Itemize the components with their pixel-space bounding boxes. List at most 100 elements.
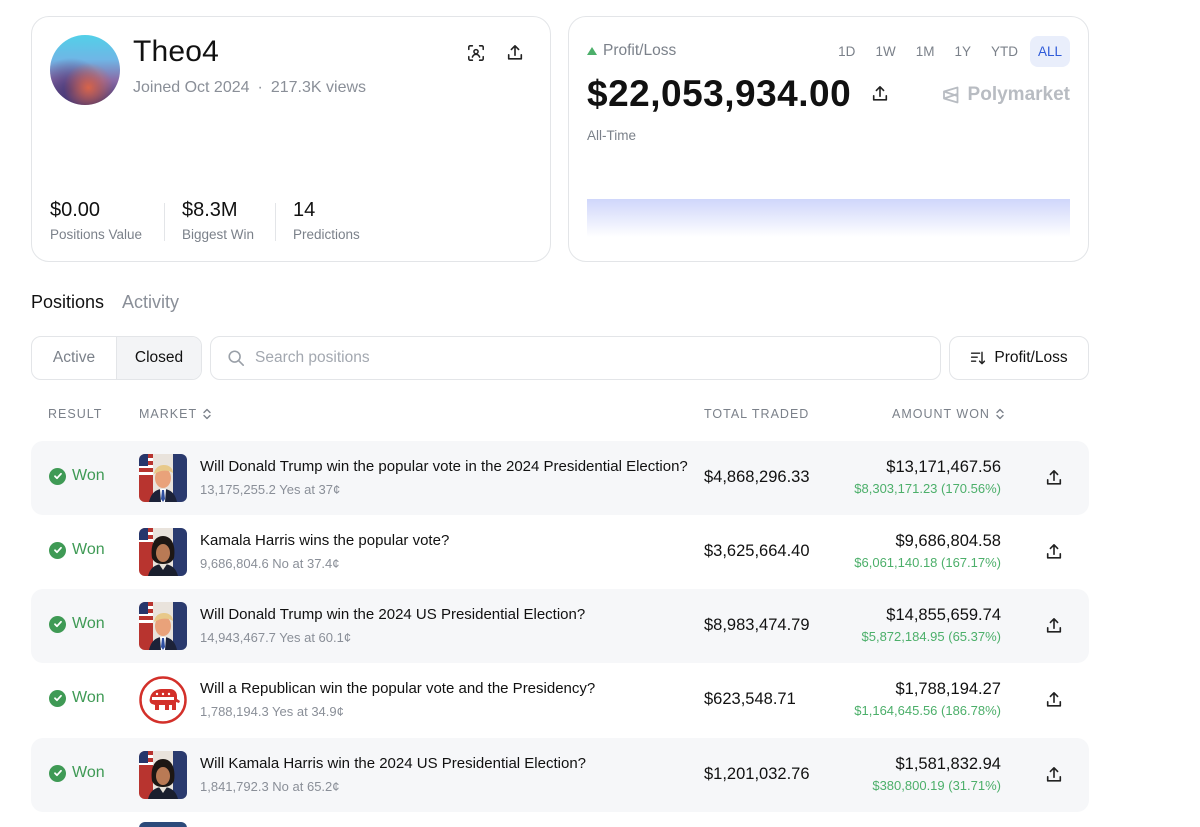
total-traded: $8,983,474.79 [704,616,810,634]
amount-won: $1,788,194.27 $1,164,645.56 (186.78%) [854,680,1001,718]
market-thumbnail [139,676,187,724]
market-title[interactable]: Will Kamala Harris win the 2024 US Presi… [200,755,690,772]
sort-updown-icon [203,408,211,420]
market-position-detail: 13,175,255.2 Yes at 37¢ [200,482,341,497]
tab-positions[interactable]: Positions [31,292,104,313]
amount-won-gain: $380,800.19 (31.71%) [872,778,1001,793]
joined-date: Joined Oct 2024 [133,79,250,96]
share-position-button[interactable] [1041,762,1067,788]
header-market-label: MARKET [139,407,198,421]
market-thumbnail [139,528,187,576]
profile-card: Theo4 Joined Oct 2024 · 217.3K views $0.00… [31,16,551,262]
share-pnl-button[interactable] [867,81,893,107]
stat-divider [164,203,165,241]
range-all[interactable]: ALL [1029,36,1070,67]
sort-icon [971,351,986,365]
header-total-traded-label: TOTAL TRADED [704,407,810,421]
share-position-button[interactable] [1041,465,1067,491]
result-label: Won [72,467,105,484]
market-thumbnail [139,751,187,799]
range-1y[interactable]: 1Y [946,36,979,67]
amount-won-gain: $1,164,645.56 (186.78%) [854,703,1001,718]
table-row[interactable]: Won Will a Republican win the popular vot… [31,663,1089,737]
amount-won: $9,686,804.58 $6,061,140.18 (167.17%) [854,532,1001,570]
search-icon [228,350,245,367]
result-badge: Won [49,467,105,485]
header-result-label: RESULT [48,407,103,421]
sort-label: Profit/Loss [994,349,1068,366]
result-label: Won [72,689,105,706]
result-badge: Won [49,689,105,707]
stat-label: Biggest Win [182,227,255,242]
filter-closed-button[interactable]: Closed [116,337,201,379]
header-market[interactable]: MARKET [139,407,212,421]
share-icon [1046,691,1062,707]
result-badge: Won [49,541,105,559]
share-position-button[interactable] [1041,687,1067,713]
range-1m[interactable]: 1M [908,36,943,67]
share-icon [872,85,888,101]
result-label: Won [72,764,105,781]
market-position-detail: 1,841,792.3 No at 65.2¢ [200,779,340,794]
pnl-label: Profit/Loss [587,42,676,60]
amount-won-gain: $8,303,171.23 (170.56%) [854,481,1001,496]
scan-profile-button[interactable] [463,40,489,66]
up-triangle-icon [587,47,597,55]
amount-won: $14,855,659.74 $5,872,184.95 (65.37%) [862,606,1002,644]
next-row-thumbnail [139,822,187,827]
brand-name: Polymarket [967,84,1070,105]
share-icon [1046,617,1062,633]
search-bar [210,336,941,380]
table-row[interactable]: Won Will Donald Trump win the 2024 US Pre… [31,589,1089,663]
share-icon [1046,543,1062,559]
header-amount-won[interactable]: AMOUNT WON [892,407,1005,421]
profile-meta: Joined Oct 2024 · 217.3K views [133,79,366,97]
table-row[interactable]: Won Kamala Harris wins the popular vote? 9… [31,515,1089,589]
stat-positions-value: $0.00 Positions Value [50,199,142,242]
market-position-detail: 9,686,804.6 No at 37.4¢ [200,556,340,571]
share-position-button[interactable] [1041,613,1067,639]
table-row[interactable]: Won Will Donald Trump win the popular vot… [31,441,1089,515]
range-1d[interactable]: 1D [830,36,863,67]
header-amount-won-label: AMOUNT WON [892,407,990,421]
avatar[interactable] [50,35,120,105]
result-badge: Won [49,615,105,633]
share-icon [1046,766,1062,782]
check-circle-icon [49,764,66,782]
check-circle-icon [49,541,66,559]
sort-button[interactable]: Profit/Loss [949,336,1089,380]
pnl-period: All-Time [587,128,636,143]
table-row[interactable]: Won Will Kamala Harris win the 2024 US Pr… [31,738,1089,812]
share-profile-button[interactable] [502,40,528,66]
filter-active-button[interactable]: Active [32,337,116,379]
polymarket-icon [942,86,958,104]
share-position-button[interactable] [1041,539,1067,565]
tab-activity[interactable]: Activity [122,292,179,313]
market-thumbnail [139,602,187,650]
stat-label: Predictions [293,227,360,242]
time-range-selector: 1D 1W 1M 1Y YTD ALL [830,36,1070,67]
market-title[interactable]: Kamala Harris wins the popular vote? [200,532,690,549]
check-circle-icon [49,689,66,707]
total-traded: $3,625,664.40 [704,542,810,560]
range-ytd[interactable]: YTD [983,36,1026,67]
search-input[interactable] [255,349,855,367]
view-count: 217.3K views [270,79,367,96]
meta-separator: · [257,79,263,96]
pnl-chart-area [587,199,1070,237]
share-icon [1046,469,1062,485]
amount-won-gain: $5,872,184.95 (65.37%) [861,629,1002,644]
amount-won-gain: $6,061,140.18 (167.17%) [854,555,1001,570]
stat-value: 14 [293,199,316,221]
range-1w[interactable]: 1W [867,36,903,67]
market-title[interactable]: Will Donald Trump win the popular vote i… [200,458,690,475]
result-label: Won [72,541,105,558]
total-traded: $623,548.71 [704,690,796,708]
share-icon [507,44,523,60]
amount-won-value: $14,855,659.74 [886,606,1001,624]
market-title[interactable]: Will Donald Trump win the 2024 US Presid… [200,606,690,623]
scan-icon [468,45,484,61]
market-thumbnail [139,454,187,502]
market-title[interactable]: Will a Republican win the popular vote a… [200,680,690,697]
stat-value: $0.00 [50,199,101,221]
